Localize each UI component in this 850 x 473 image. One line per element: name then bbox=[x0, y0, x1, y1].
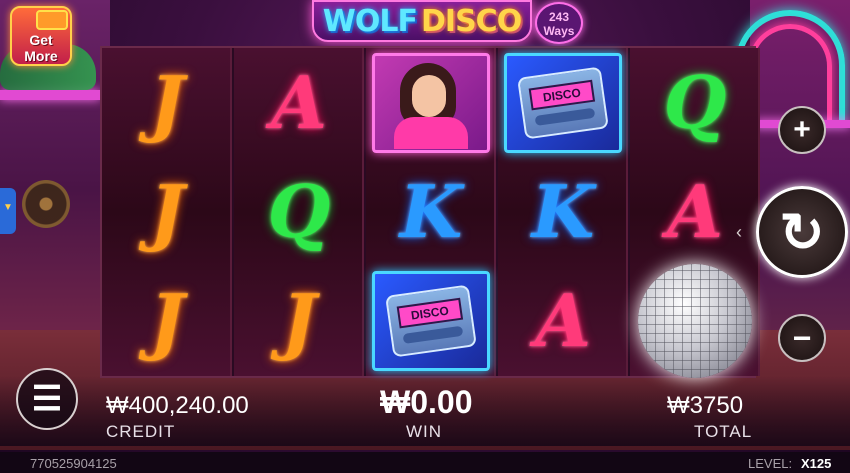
neon-shelf-left bbox=[0, 90, 100, 100]
reel-cell: Q bbox=[234, 157, 364, 266]
game-logo: WOLF DISCO bbox=[312, 0, 532, 42]
pager-icon: DISCO bbox=[385, 283, 477, 358]
footer-bar bbox=[0, 452, 850, 473]
spin-button[interactable]: ↻ bbox=[756, 186, 848, 278]
reel-cell: DISCO bbox=[498, 48, 628, 157]
increase-bet-button[interactable]: + bbox=[778, 106, 826, 154]
side-drawer-tab[interactable]: ▼ bbox=[0, 188, 16, 234]
vinyl-record-decoration bbox=[22, 180, 70, 228]
symbol-j: J bbox=[281, 277, 317, 363]
symbol-q: Q bbox=[663, 59, 727, 145]
win-label: WIN bbox=[406, 422, 443, 441]
reel-1: JJJ bbox=[102, 48, 232, 376]
pager-symbol: DISCO bbox=[504, 52, 622, 153]
refresh-arrow-icon: ↻ bbox=[779, 202, 825, 263]
reel-cell: K bbox=[498, 157, 628, 266]
win-value: ₩0.00 bbox=[380, 384, 473, 420]
reel-cell: K bbox=[366, 157, 496, 266]
get-more-button[interactable]: Get More bbox=[10, 6, 72, 66]
menu-button[interactable]: ☰ bbox=[16, 368, 78, 430]
reel-cell: J bbox=[234, 266, 364, 375]
reel-cell: A bbox=[630, 157, 760, 266]
total-bet-label: TOTAL bbox=[694, 422, 753, 441]
credit-label: CREDIT bbox=[106, 422, 176, 441]
symbol-k: K bbox=[531, 168, 595, 254]
session-id: 770525904125 bbox=[30, 456, 117, 471]
ways-badge: 243 Ways bbox=[535, 2, 583, 44]
level-label: LEVEL: bbox=[748, 456, 793, 471]
reel-cell: Q bbox=[630, 48, 760, 157]
spin-side-arrow-icon: ‹ bbox=[736, 222, 742, 242]
total-bet-value[interactable]: ₩3750 bbox=[667, 392, 743, 420]
minus-icon: − bbox=[792, 319, 812, 356]
trophy-icon: ▼ bbox=[3, 202, 13, 213]
symbol-k: K bbox=[399, 168, 463, 254]
symbol-j: J bbox=[149, 59, 185, 145]
woman-icon bbox=[386, 57, 476, 149]
reel-5: QA bbox=[630, 48, 760, 378]
disco-woman-symbol bbox=[372, 52, 490, 153]
symbol-j: J bbox=[149, 277, 185, 363]
pager-screen-text: DISCO bbox=[396, 297, 464, 328]
reel-2: AQJ bbox=[234, 48, 364, 376]
symbol-a: A bbox=[667, 168, 723, 254]
get-more-label-line2: More bbox=[24, 48, 58, 64]
gift-icon bbox=[36, 10, 68, 30]
pager-screen-text: DISCO bbox=[528, 79, 596, 110]
disco-ball-icon bbox=[638, 263, 752, 378]
plus-icon: + bbox=[793, 113, 811, 146]
ways-number: 243 bbox=[548, 10, 570, 24]
reel-cell bbox=[366, 48, 496, 157]
symbol-q: Q bbox=[267, 168, 331, 254]
reel-cell: J bbox=[102, 48, 232, 157]
reel-cell: J bbox=[102, 157, 232, 266]
hamburger-icon: ☰ bbox=[31, 380, 63, 418]
reel-cell: A bbox=[498, 266, 628, 375]
reel-3: K DISCO bbox=[366, 48, 496, 376]
pager-icon: DISCO bbox=[517, 65, 609, 140]
logo-wolf-text: WOLF bbox=[322, 3, 418, 39]
get-more-label-line1: Get bbox=[29, 32, 53, 48]
credit-value: ₩400,240.00 bbox=[106, 392, 249, 419]
reel-grid: J J J A Q J K DISCO DISCO K A Q A bbox=[100, 46, 760, 378]
neon-arch-inner-decoration bbox=[748, 24, 832, 120]
reel-cell bbox=[630, 263, 760, 378]
decrease-bet-button[interactable]: − bbox=[778, 314, 826, 362]
symbol-a: A bbox=[271, 59, 327, 145]
symbol-a: A bbox=[535, 277, 591, 363]
symbol-j: J bbox=[149, 168, 185, 254]
level-value: X125 bbox=[801, 456, 832, 471]
logo-disco-text: DISCO bbox=[421, 3, 522, 39]
reel-cell: DISCO bbox=[366, 266, 496, 375]
reel-cell: J bbox=[102, 266, 232, 375]
ways-label: Ways bbox=[543, 24, 575, 38]
reel-4: DISCO K A bbox=[498, 48, 628, 376]
pager-symbol: DISCO bbox=[372, 270, 490, 371]
game-stage: Get More ▼ WOLF DISCO 243 Ways J J J A Q J K DI… bbox=[0, 0, 850, 473]
reel-cell: A bbox=[234, 48, 364, 157]
